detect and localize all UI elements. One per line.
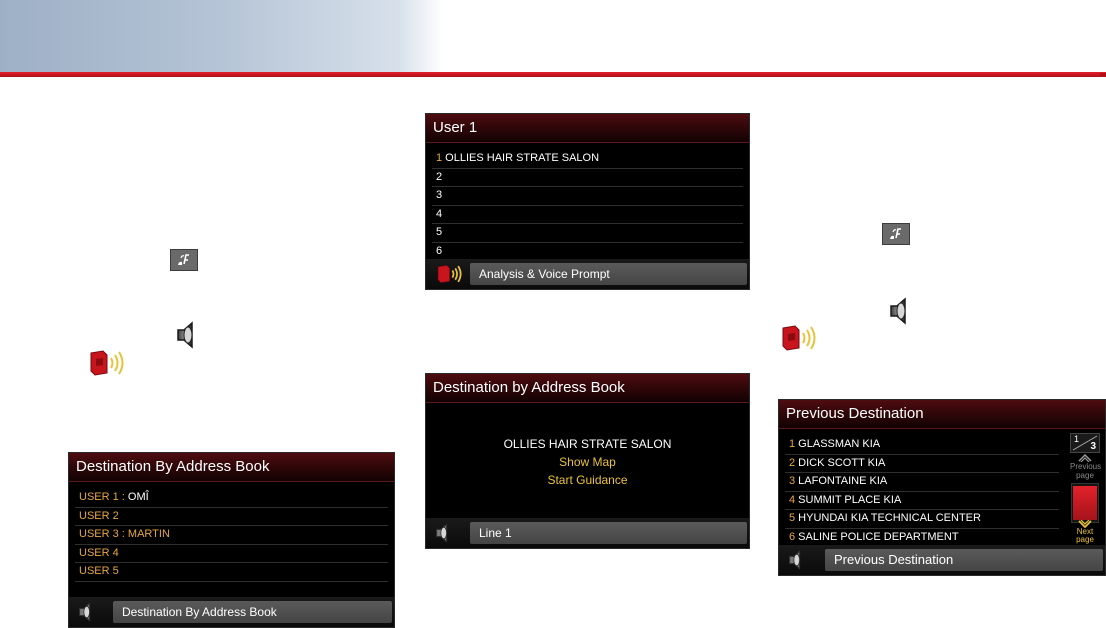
list-item[interactable]: USER 1 : OMÎ xyxy=(75,489,388,508)
user1-screen: User 1 1 OLLIES HAIR STRATE SALON 2 3 4 … xyxy=(425,113,750,290)
start-guidance-option[interactable]: Start Guidance xyxy=(426,471,749,489)
previous-destination-list: 1 GLASSMAN KIA 2 DICK SCOTT KIA 3 LAFONT… xyxy=(785,436,1059,547)
status-label[interactable]: Previous Destination xyxy=(825,549,1103,571)
screen-title: Destination By Address Book xyxy=(69,453,394,482)
speaker-icon xyxy=(76,602,96,622)
list-item[interactable]: USER 3 : MARTIN xyxy=(75,526,388,545)
user1-list: 1 OLLIES HAIR STRATE SALON 2 3 4 5 6 xyxy=(432,150,743,261)
list-item[interactable]: USER 4 xyxy=(75,545,388,563)
status-label[interactable]: Analysis & Voice Prompt xyxy=(470,263,747,285)
speaker-icon xyxy=(174,321,200,349)
previous-page-button[interactable]: Previous page xyxy=(1070,454,1101,480)
list-item[interactable]: 3 xyxy=(432,187,743,206)
page-indicator: 1 3 xyxy=(1070,433,1100,453)
status-bar: Analysis & Voice Prompt xyxy=(426,259,749,289)
speaker-icon xyxy=(786,550,806,570)
list-item[interactable]: 2 DICK SCOTT KIA xyxy=(785,455,1059,473)
destination-options: OLLIES HAIR STRATE SALON Show Map Start … xyxy=(426,435,749,489)
speaker-icon xyxy=(433,523,453,543)
dest-address-book-detail-screen: Destination by Address Book OLLIES HAIR … xyxy=(425,373,750,549)
header-red-rule xyxy=(0,72,1106,77)
list-item[interactable]: 4 SUMMIT PLACE KIA xyxy=(785,492,1059,510)
list-item[interactable]: 3 LAFONTAINE KIA xyxy=(785,473,1059,492)
status-bar: Line 1 xyxy=(426,518,749,548)
list-item[interactable]: 5 HYUNDAI KIA TECHNICAL CENTER xyxy=(785,510,1059,529)
list-item[interactable]: 5 xyxy=(432,224,743,243)
scroll-thumb[interactable] xyxy=(1073,486,1097,520)
page-total: 3 xyxy=(1090,441,1096,452)
voice-prompt-icon xyxy=(433,264,469,284)
list-item[interactable]: 2 xyxy=(432,169,743,187)
next-page-button[interactable]: Next page xyxy=(1070,520,1100,544)
voice-button-icon xyxy=(882,223,910,245)
voice-prompt-icon xyxy=(781,324,821,352)
list-item[interactable]: 4 xyxy=(432,206,743,224)
header-red-rule-end xyxy=(1100,73,1106,76)
list-item[interactable]: USER 5 xyxy=(75,563,388,582)
screen-title: Previous Destination xyxy=(779,400,1105,429)
status-label[interactable]: Destination By Address Book xyxy=(113,601,392,623)
voice-prompt-icon xyxy=(89,349,129,377)
screen-title: Destination by Address Book xyxy=(426,374,749,403)
list-item[interactable]: 1 OLLIES HAIR STRATE SALON xyxy=(432,150,743,169)
address-book-list: USER 1 : OMÎ USER 2 USER 3 : MARTIN USER… xyxy=(75,489,388,600)
status-bar: Previous Destination xyxy=(779,545,1105,575)
status-bar: Destination By Address Book xyxy=(69,597,394,627)
list-item[interactable]: USER 2 xyxy=(75,508,388,526)
header-banner xyxy=(0,0,1106,73)
status-label[interactable]: Line 1 xyxy=(470,522,747,544)
screen-title: User 1 xyxy=(426,114,749,143)
chevron-up-icon xyxy=(1078,454,1092,462)
speaker-icon xyxy=(887,297,913,325)
dest-address-book-list-screen: Destination By Address Book USER 1 : OMÎ… xyxy=(68,452,395,628)
scroll-bar[interactable] xyxy=(1071,483,1099,523)
destination-name: OLLIES HAIR STRATE SALON xyxy=(503,437,672,451)
previous-destination-screen: Previous Destination 1 GLASSMAN KIA 2 DI… xyxy=(778,399,1106,576)
voice-button-icon xyxy=(170,249,198,271)
list-item[interactable]: 1 GLASSMAN KIA xyxy=(785,436,1059,455)
show-map-option[interactable]: Show Map xyxy=(426,453,749,471)
